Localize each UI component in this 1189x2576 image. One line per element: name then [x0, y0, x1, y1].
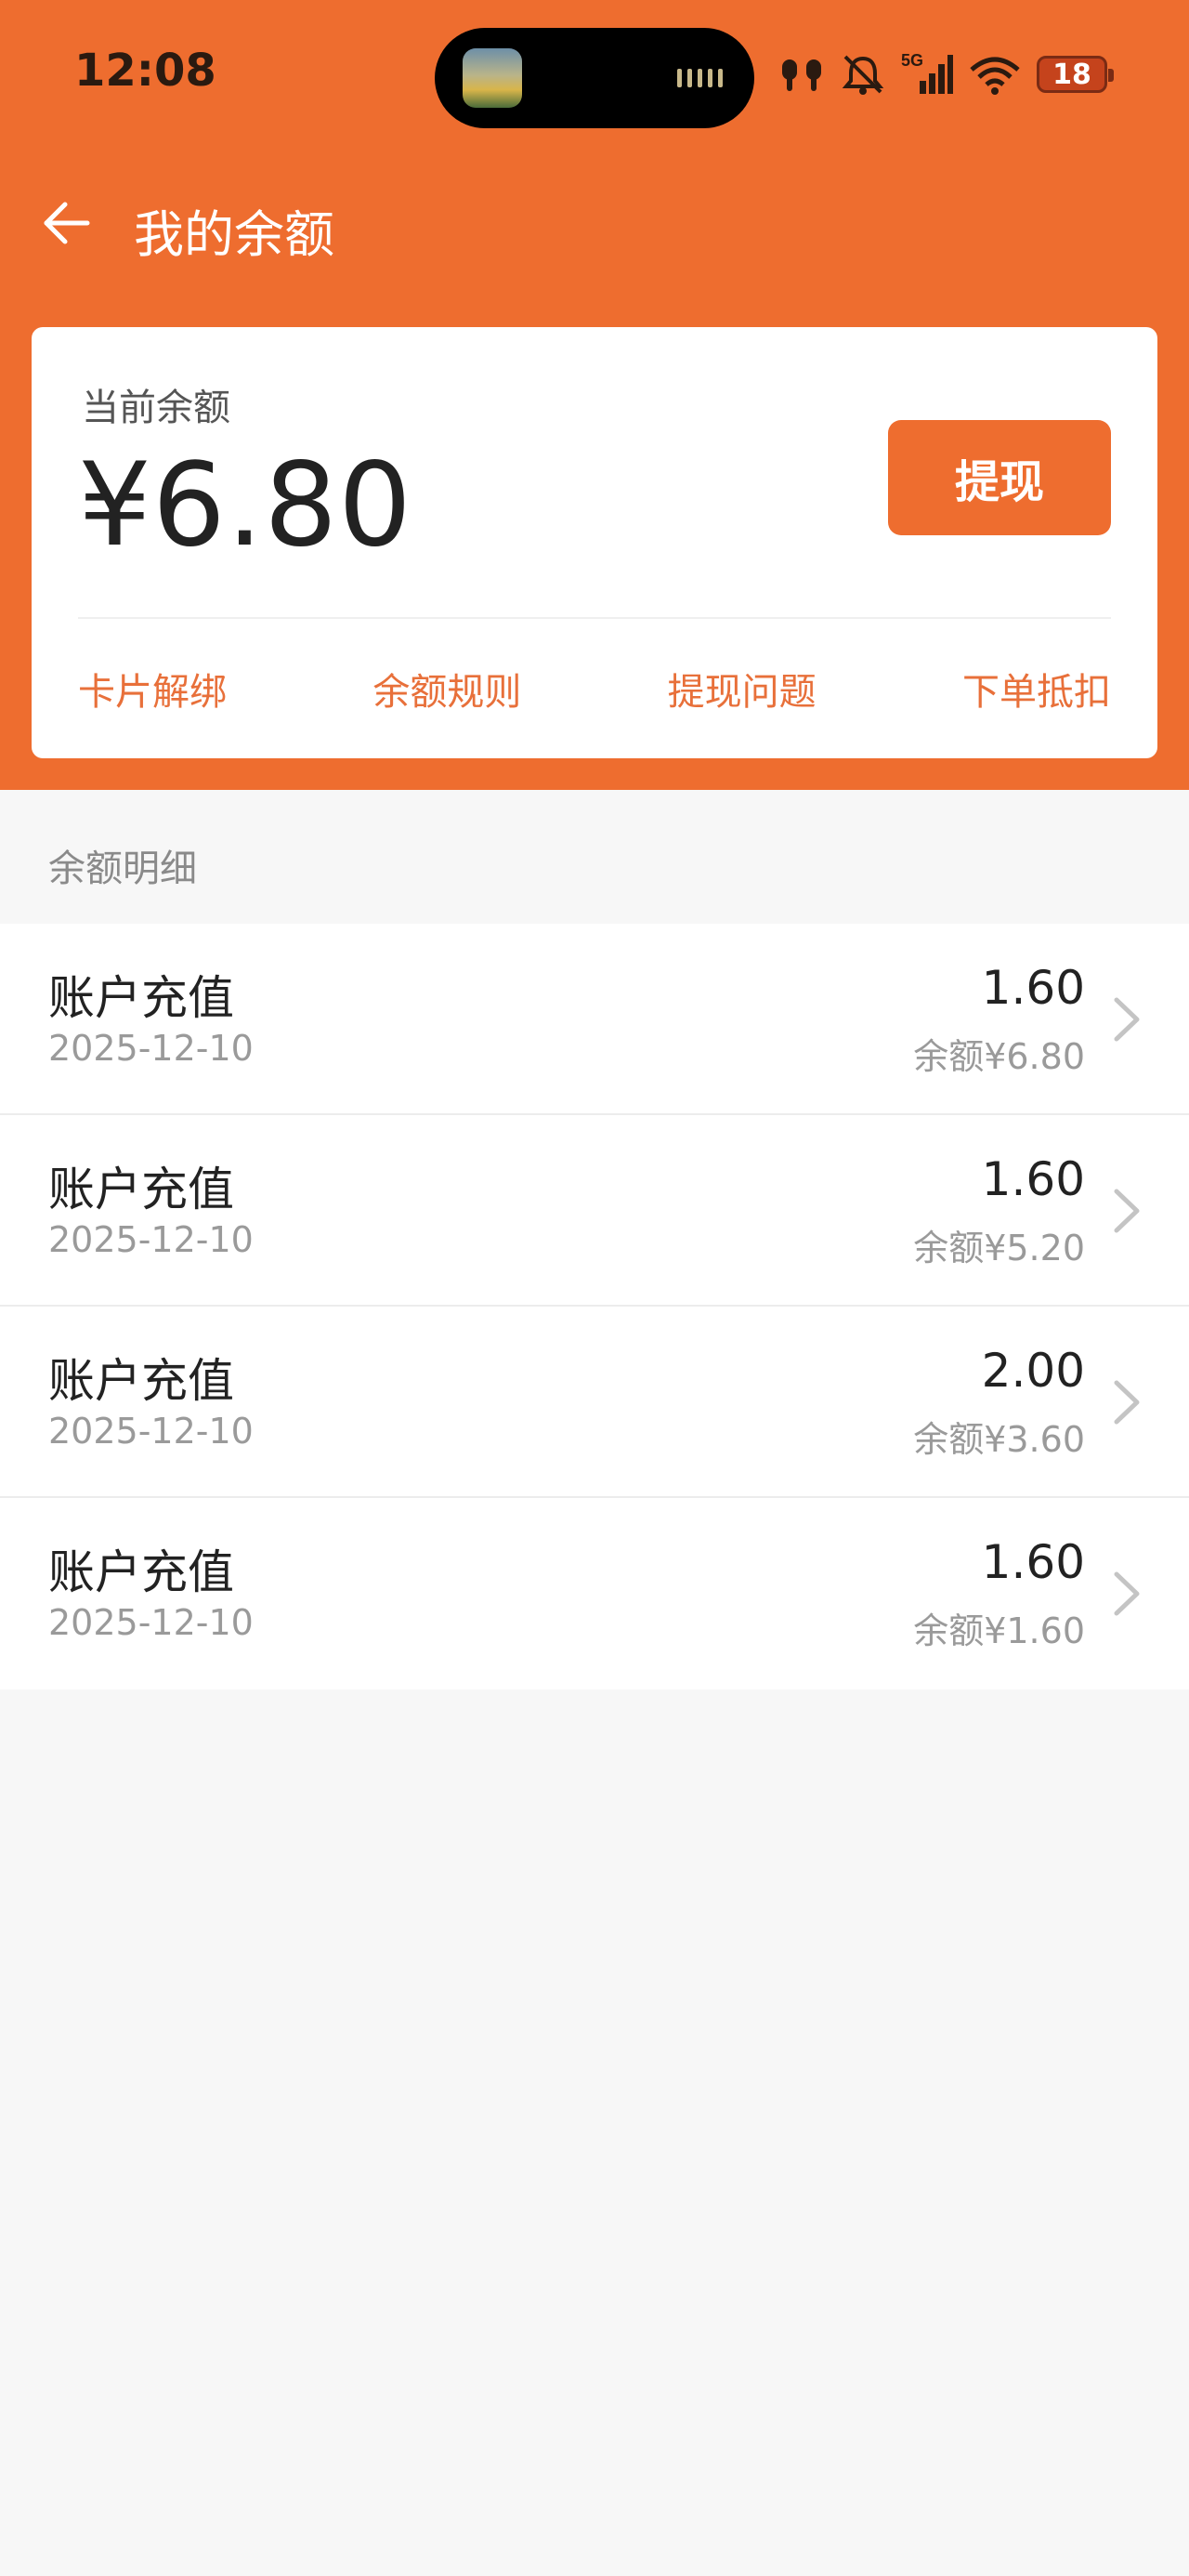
- balance-label: 当前余额: [82, 387, 230, 429]
- list-item[interactable]: 账户充值 2025-12-10 1.60 余额¥5.20: [0, 1115, 1189, 1307]
- battery-icon: 18: [1037, 56, 1114, 93]
- item-date: 2025-12-10: [48, 1602, 254, 1643]
- list-item[interactable]: 账户充值 2025-12-10 1.60 余额¥1.60: [0, 1498, 1189, 1689]
- page-title: 我的余额: [134, 205, 334, 264]
- divider: [78, 617, 1111, 619]
- status-time: 12:08: [74, 45, 216, 97]
- item-amount: 1.60: [981, 1152, 1085, 1206]
- list-item[interactable]: 账户充值 2025-12-10 1.60 余额¥6.80: [0, 924, 1189, 1115]
- item-amount: 1.60: [981, 1535, 1085, 1589]
- media-thumbnail: [463, 48, 522, 108]
- item-balance: 余额¥1.60: [913, 1610, 1085, 1651]
- withdraw-button[interactable]: 提现: [888, 420, 1111, 535]
- signal-icon: 5G: [901, 51, 953, 98]
- item-amount: 1.60: [981, 961, 1085, 1015]
- item-title: 账户充值: [48, 1163, 234, 1216]
- headphones-icon: [778, 54, 825, 95]
- balance-card: 当前余额 ¥6.80 提现 卡片解绑 余额规则 提现问题 下单抵扣: [32, 327, 1157, 758]
- section-title: 余额明细: [48, 848, 197, 890]
- network-label: 5G: [901, 51, 923, 70]
- item-title: 账户充值: [48, 971, 234, 1025]
- balance-amount: ¥6.80: [78, 439, 412, 572]
- bell-muted-icon: [840, 53, 886, 96]
- status-bar: 12:08 5G 18: [0, 0, 1189, 149]
- item-amount: 2.00: [981, 1344, 1085, 1398]
- link-order-deduction[interactable]: 下单抵扣: [962, 662, 1111, 716]
- item-balance: 余额¥5.20: [913, 1228, 1085, 1268]
- item-title: 账户充值: [48, 1354, 234, 1408]
- item-title: 账户充值: [48, 1545, 234, 1599]
- balance-detail-list: 账户充值 2025-12-10 1.60 余额¥6.80 账户充值 2025-1…: [0, 924, 1189, 1689]
- wifi-icon: [968, 53, 1022, 96]
- item-balance: 余额¥6.80: [913, 1036, 1085, 1077]
- audio-bars-icon: [677, 69, 723, 87]
- dynamic-island[interactable]: [435, 28, 754, 128]
- chevron-right-icon: [1114, 1571, 1140, 1616]
- quick-links: 卡片解绑 余额规则 提现问题 下单抵扣: [78, 662, 1111, 716]
- back-arrow-icon[interactable]: [41, 197, 93, 249]
- chevron-right-icon: [1114, 997, 1140, 1042]
- item-date: 2025-12-10: [48, 1411, 254, 1452]
- item-date: 2025-12-10: [48, 1028, 254, 1069]
- list-item[interactable]: 账户充值 2025-12-10 2.00 余额¥3.60: [0, 1307, 1189, 1498]
- link-unbind-card[interactable]: 卡片解绑: [78, 662, 227, 716]
- link-withdraw-faq[interactable]: 提现问题: [668, 662, 817, 716]
- item-date: 2025-12-10: [48, 1219, 254, 1260]
- chevron-right-icon: [1114, 1189, 1140, 1233]
- item-balance: 余额¥3.60: [913, 1419, 1085, 1460]
- chevron-right-icon: [1114, 1380, 1140, 1425]
- status-icons: 5G 18: [778, 46, 1114, 102]
- link-balance-rules[interactable]: 余额规则: [372, 662, 521, 716]
